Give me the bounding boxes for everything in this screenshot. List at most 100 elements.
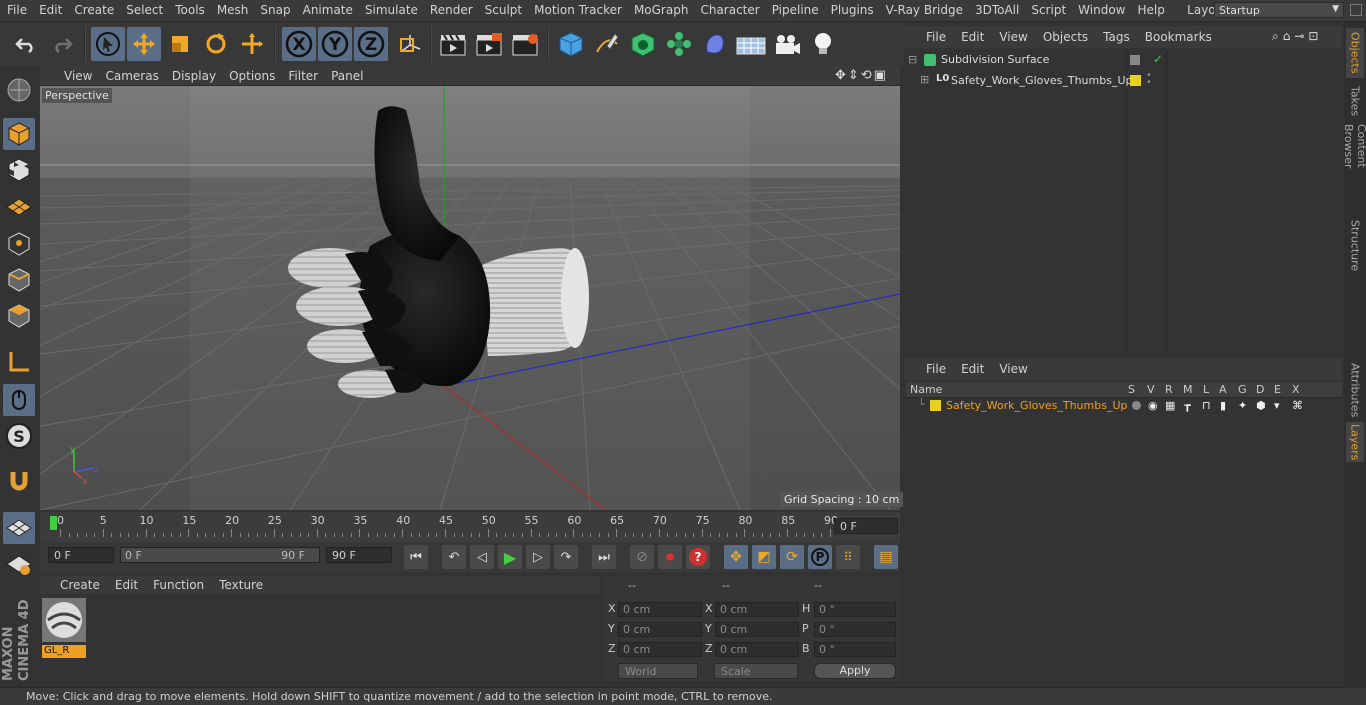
edges-mode-button[interactable] [3,264,35,296]
col-expressions[interactable]: E [1274,383,1281,396]
vp-menu-filter[interactable]: Filter [282,66,325,83]
start-frame-field[interactable]: 0 F [48,547,114,563]
solo-dot-icon[interactable] [1132,401,1141,410]
col-render[interactable]: R [1165,383,1173,396]
obj-menu-view[interactable]: View [991,26,1034,44]
vp-menu-cameras[interactable]: Cameras [99,66,165,83]
menu-create[interactable]: Create [67,0,119,22]
menu-tools[interactable]: Tools [168,0,210,22]
next-key-button[interactable]: ↷ [554,545,578,569]
position-z-field[interactable]: 0 cm [618,642,702,657]
key-position-button[interactable]: ✥ [724,545,748,569]
tab-objects[interactable]: Objects [1346,28,1364,78]
obj-menu-edit[interactable]: Edit [953,26,991,44]
menu-pipeline[interactable]: Pipeline [765,0,824,22]
coord-mode-dropdown[interactable]: World [618,663,698,679]
film-icon[interactable]: ▮ [1220,399,1226,412]
menu-render[interactable]: Render [423,0,478,22]
menu-window[interactable]: Window [1071,0,1130,22]
apply-button[interactable]: Apply [814,663,896,679]
tab-attributes[interactable]: Attributes [1346,362,1364,418]
light-button[interactable] [806,27,840,61]
prev-key-button[interactable]: ↶ [442,545,466,569]
x-axis-lock-button[interactable]: X [282,27,316,61]
timeline-ruler[interactable]: 0 5 10 15 20 25 30 35 40 45 50 55 60 65 70 75 80 85 90 [40,512,900,542]
points-mode-button[interactable] [3,228,35,260]
deformer-button[interactable] [698,27,732,61]
texture-mode-button[interactable] [3,154,35,186]
menu-mograph[interactable]: MoGraph [627,0,694,22]
mat-menu-texture[interactable]: Texture [211,576,270,592]
object-row-subdivision[interactable]: ⊟ Subdivision Surface [908,53,1124,69]
menu-sculpt[interactable]: Sculpt [478,0,527,22]
scale-tool-button[interactable] [163,27,197,61]
tab-content-browser[interactable]: Content Browser [1342,124,1366,214]
object-manager-search-home-icons[interactable]: ⌕⌂⊸⊡ [1272,29,1322,44]
editor-visibility-icon[interactable] [1130,55,1140,65]
menu-help[interactable]: Help [1130,0,1169,22]
live-selection-button[interactable] [91,27,125,61]
obj-menu-file[interactable]: File [918,26,953,44]
timeline-window-button[interactable]: ▤ [874,545,898,569]
pen-spline-button[interactable] [590,27,624,61]
rotation-h-field[interactable]: 0 ° [814,602,896,617]
material-swatch[interactable]: GL_R [42,598,86,658]
menu-file[interactable]: File [0,0,32,22]
col-deformers[interactable]: D [1256,383,1264,396]
layer-color-icon[interactable] [1130,75,1141,86]
goto-start-button[interactable]: ⏮ [404,545,428,569]
tab-structure[interactable]: Structure [1346,218,1364,274]
key-rotation-button[interactable]: ⟳ [780,545,804,569]
render-view-button[interactable] [436,27,470,61]
menu-vray-bridge[interactable]: V-Ray Bridge [879,0,968,22]
key-parameter-button[interactable]: P [808,545,832,569]
col-manager[interactable]: M [1183,383,1193,396]
xref-icon[interactable]: ⌘ [1292,399,1303,412]
col-locked[interactable]: L [1203,383,1209,396]
workplane-grid-button[interactable] [3,512,35,544]
polygons-mode-button[interactable] [3,300,35,332]
move-tool-button[interactable] [127,27,161,61]
render-settings-button[interactable] [508,27,542,61]
col-generators[interactable]: G [1238,383,1247,396]
current-frame-field[interactable]: 0 F [834,518,898,534]
expand-icon[interactable]: ⊞ [920,73,929,86]
obj-menu-objects[interactable]: Objects [1035,26,1095,44]
layer-name[interactable]: Safety_Work_Gloves_Thumbs_Up [946,399,1127,412]
snapping-button[interactable]: S [3,420,35,452]
undo-button[interactable] [9,27,43,61]
mat-menu-function[interactable]: Function [145,576,211,592]
rotate-tool-button[interactable] [199,27,233,61]
mat-menu-edit[interactable]: Edit [107,576,145,592]
render-to-picture-viewer-button[interactable] [472,27,506,61]
frame-range-slider[interactable]: 0 F 90 F [120,547,320,563]
eye-icon[interactable]: ◉ [1148,399,1158,412]
make-editable-button[interactable] [3,74,35,106]
key-scale-button[interactable]: ◩ [752,545,776,569]
camera-button[interactable] [770,27,804,61]
menu-simulate[interactable]: Simulate [358,0,423,22]
position-y-field[interactable]: 0 cm [618,622,702,637]
menu-character[interactable]: Character [693,0,764,22]
mat-menu-create[interactable]: Create [52,576,107,592]
menu-animate[interactable]: Animate [296,0,358,22]
transform-tool-button[interactable] [235,27,269,61]
vp-menu-view[interactable]: View [58,66,99,83]
y-axis-lock-button[interactable]: Y [318,27,352,61]
hierarchy-icon[interactable]: ┲ [1184,399,1191,412]
visibility-dots-icon[interactable]: • • [1146,71,1152,88]
menu-motion-tracker[interactable]: Motion Tracker [527,0,627,22]
menu-script[interactable]: Script [1024,0,1071,22]
deformer-icon[interactable]: ⬢ [1256,399,1266,412]
col-animation[interactable]: A [1219,383,1227,396]
position-x-field[interactable]: 0 cm [618,602,702,617]
enable-snap-button[interactable] [3,466,35,498]
object-row-gloves[interactable]: ⊞ L0 Safety_Work_Gloves_Thumbs_Up [920,73,1132,89]
keyframe-selection-button[interactable]: ? [686,545,710,569]
obj-menu-bookmarks[interactable]: Bookmarks [1137,26,1219,44]
menu-plugins[interactable]: Plugins [824,0,879,22]
coord-scale-dropdown[interactable]: Scale [714,663,798,679]
goto-end-button[interactable]: ⏭ [592,545,616,569]
obj-menu-tags[interactable]: Tags [1095,26,1137,44]
generator-icon[interactable]: ✦ [1238,399,1247,412]
